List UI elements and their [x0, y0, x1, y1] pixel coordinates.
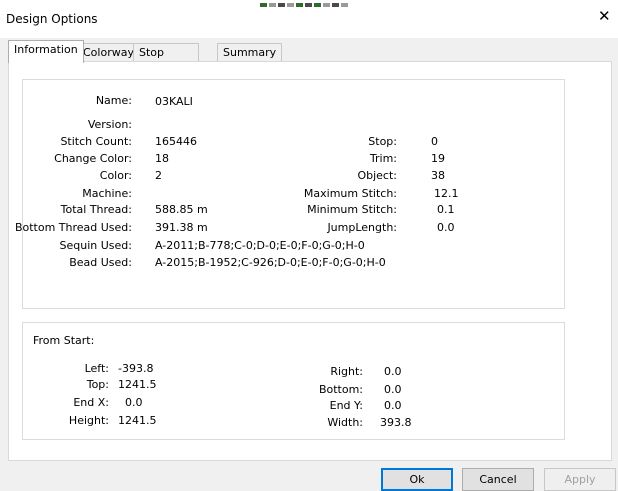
window-title: Design Options — [6, 12, 98, 26]
trim-label: Trim: — [369, 152, 397, 165]
end-x-value: 0.0 — [125, 396, 143, 409]
machine-label: Machine: — [82, 187, 132, 200]
minimum-stitch-label: Minimum Stitch: — [307, 203, 397, 216]
tab-colorway[interactable]: Colorway — [77, 43, 140, 63]
width-label: Width: — [327, 416, 363, 429]
name-label: Name: — [95, 94, 132, 107]
design-thumbnail — [260, 0, 358, 7]
from-start-heading: From Start: — [33, 334, 95, 347]
maximum-stitch-value: 12.1 — [434, 187, 459, 200]
bottom-value: 0.0 — [384, 383, 402, 396]
top-label: Top: — [86, 378, 109, 391]
tab-information[interactable]: Information — [8, 40, 84, 63]
sequin-used-label: Sequin Used: — [59, 239, 132, 252]
change-color-value: 18 — [155, 152, 169, 165]
total-thread-label: Total Thread: — [60, 203, 132, 216]
jump-length-label: JumpLength: — [327, 221, 397, 234]
end-y-value: 0.0 — [384, 399, 402, 412]
stitch-count-label: Stitch Count: — [60, 135, 132, 148]
bead-used-label: Bead Used: — [69, 256, 132, 269]
maximum-stitch-label: Maximum Stitch: — [303, 187, 397, 200]
version-label: Version: — [87, 118, 132, 131]
total-thread-value: 588.85 m — [155, 203, 208, 216]
bottom-thread-label: Bottom Thread Used: — [14, 221, 132, 234]
stitch-count-value: 165446 — [155, 135, 197, 148]
ok-button[interactable]: Ok — [381, 468, 453, 491]
width-value: 393.8 — [380, 416, 412, 429]
tab-stop-sequence[interactable]: Stop Sequence — [133, 43, 200, 77]
object-value: 38 — [431, 169, 445, 182]
name-value: 03KALI — [155, 95, 193, 108]
end-x-label: End X: — [73, 396, 109, 409]
bead-used-value: A-2015;B-1952;C-926;D-0;E-0;F-0;G-0;H-0 — [155, 256, 386, 269]
bottom-label: Bottom: — [318, 383, 363, 396]
bottom-thread-value: 391.38 m — [155, 221, 208, 234]
stop-value: 0 — [431, 135, 438, 148]
end-y-label: End Y: — [329, 399, 363, 412]
tab-summary[interactable]: Summary — [217, 43, 283, 63]
top-value: 1241.5 — [118, 378, 157, 391]
apply-button[interactable]: Apply — [544, 468, 616, 491]
left-label: Left: — [84, 362, 109, 375]
color-label: Color: — [99, 169, 132, 182]
color-value: 2 — [155, 169, 162, 182]
left-value: -393.8 — [118, 362, 154, 375]
height-label: Height: — [68, 414, 109, 427]
change-color-label: Change Color: — [54, 152, 132, 165]
height-value: 1241.5 — [118, 414, 157, 427]
close-icon[interactable]: ✕ — [598, 9, 611, 24]
right-value: 0.0 — [384, 365, 402, 378]
minimum-stitch-value: 0.1 — [437, 203, 455, 216]
trim-value: 19 — [431, 152, 445, 165]
title-bar: Design Options ✕ — [0, 0, 618, 38]
object-label: Object: — [357, 169, 397, 182]
stop-label: Stop: — [368, 135, 397, 148]
cancel-button[interactable]: Cancel — [462, 468, 534, 491]
right-label: Right: — [330, 365, 363, 378]
sequin-used-value: A-2011;B-778;C-0;D-0;E-0;F-0;G-0;H-0 — [155, 239, 365, 252]
jump-length-value: 0.0 — [437, 221, 455, 234]
